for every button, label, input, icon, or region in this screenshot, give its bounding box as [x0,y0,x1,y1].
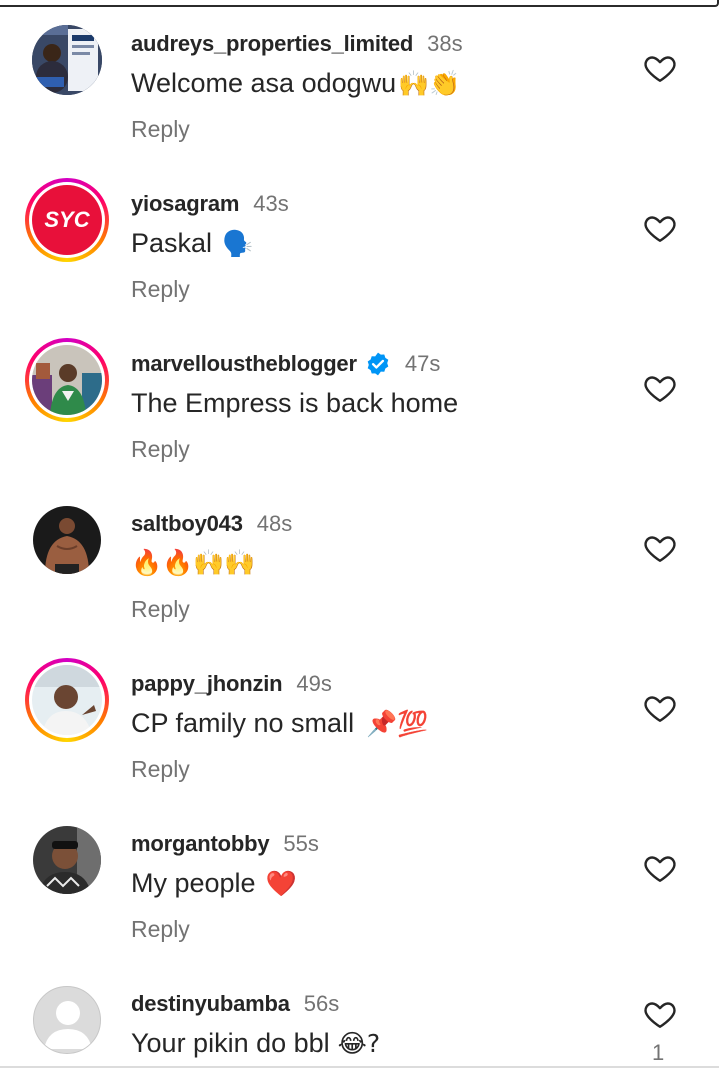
timestamp: 38s [427,31,463,56]
avatar-logo-text: SYC [44,207,90,232]
comment-emoji: ❤️ [265,868,297,898]
comment-body: Paskal [131,228,213,258]
timestamp: 55s [283,831,319,856]
comment-item: marvelloustheblogger 47s The Empress is … [0,330,719,490]
comment-item: pappy_jhonzin 49s CP family no small 📌💯 R… [0,650,719,810]
timestamp: 56s [303,991,340,1016]
reply-button[interactable]: Reply [131,916,190,943]
comment-text: Paskal 🗣️ [131,228,253,259]
comment-body: The Empress is back home [131,388,459,418]
username[interactable]: pappy_jhonzin [131,671,283,697]
comment-emoji: 😂? [337,1029,381,1058]
comment-text: The Empress is back home [131,388,458,419]
comment-body: My people [131,868,256,898]
username[interactable]: yiosagram [131,191,239,217]
comment-body: Your pikin do bbl [131,1028,330,1058]
comment-text: 🔥🔥🙌🙌 [131,548,256,578]
avatar[interactable] [25,18,109,102]
comment-item: SYC yiosagram 43s Paskal 🗣️ Reply [0,170,719,330]
like-count: 1 [652,1040,665,1065]
heart-icon[interactable] [641,690,679,726]
avatar[interactable] [25,818,109,902]
username[interactable]: morgantobby [131,831,270,857]
comment-emoji: 📌💯 [366,708,429,738]
comment-item: saltboy043 48s 🔥🔥🙌🙌 Reply [0,490,719,650]
reply-button[interactable]: Reply [131,596,190,623]
reply-button[interactable]: Reply [131,276,190,303]
comment-text: CP family no small 📌💯 [131,708,428,739]
avatar[interactable]: SYC [25,178,109,262]
heart-icon[interactable] [641,530,679,566]
timestamp: 49s [296,671,332,696]
heart-icon[interactable] [641,370,679,406]
avatar[interactable] [25,978,109,1062]
default-avatar-icon [44,1001,92,1049]
timestamp: 48s [256,511,293,536]
comment-text: Welcome asa odogwu 🙌👏 [131,68,460,99]
comment-emoji: 🔥🔥🙌🙌 [131,548,256,577]
username[interactable]: saltboy043 [131,511,243,537]
avatar[interactable] [25,658,109,742]
bottom-divider [0,1066,719,1068]
comment-item: destinyubamba 56s Your pikin do bbl 😂? 1 [0,970,719,1066]
comment-text: My people ❤️ [131,868,297,899]
username[interactable]: marvelloustheblogger [131,351,357,377]
username[interactable]: destinyubamba [131,991,290,1017]
reply-button[interactable]: Reply [131,756,190,783]
avatar[interactable] [25,498,109,582]
comment-item: morgantobby 55s My people ❤️ Reply [0,810,719,970]
heart-icon[interactable] [641,850,679,886]
heart-icon[interactable] [641,996,679,1032]
reply-button[interactable]: Reply [131,436,190,463]
comment-body: CP family no small [131,708,355,738]
comment-emoji: 🗣️ [222,228,254,258]
username[interactable]: audreys_properties_limited [131,31,413,57]
comment-item: audreys_properties_limited 38s Welcome a… [0,10,719,170]
timestamp: 47s [404,351,441,376]
top-divider [0,0,719,7]
reply-button[interactable]: Reply [131,116,190,143]
verified-badge-icon [367,352,389,376]
heart-icon[interactable] [641,50,679,86]
avatar[interactable] [25,338,109,422]
comment-body: Welcome asa odogwu [131,68,397,98]
heart-icon[interactable] [641,210,679,246]
comment-text: Your pikin do bbl 😂? [131,1028,380,1059]
timestamp: 43s [253,191,289,216]
comment-emoji: 🙌👏 [398,68,461,98]
